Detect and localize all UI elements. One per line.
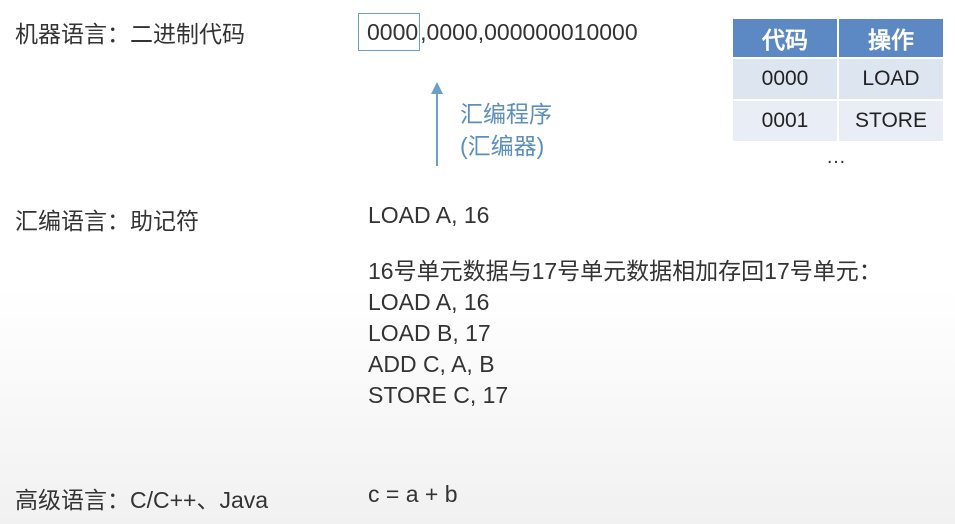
machine-language-label: 机器语言：二进制代码 (15, 21, 245, 47)
table-cell-operation: STORE (839, 101, 943, 141)
table-header-code: 代码 (733, 19, 837, 57)
example-line: STORE C, 17 (368, 382, 509, 408)
assembler-note: 汇编程序 (汇编器) (460, 98, 552, 162)
assembly-language-label: 汇编语言：助记符 (15, 208, 199, 234)
assembler-note-line1: 汇编程序 (460, 101, 552, 127)
table-cell-code: 0000 (733, 59, 837, 99)
assembly-instruction: LOAD A, 16 (368, 202, 490, 228)
table-cell-operation: LOAD (839, 59, 943, 99)
table-header-operation: 操作 (839, 19, 943, 57)
example-line: LOAD A, 16 (368, 289, 490, 315)
opcode-table: 代码 操作 0000 LOAD 0001 STORE (731, 17, 945, 143)
table-ellipsis: … (826, 146, 846, 168)
high-level-code: c = a + b (368, 481, 458, 507)
example-block: 16号单元数据与17号单元数据相加存回17号单元： LOAD A, 16 LOA… (368, 256, 882, 411)
table-header-row: 代码 操作 (733, 19, 943, 57)
table-cell-code: 0001 (733, 101, 837, 141)
machine-code-highlighted-opcode: 0000 (358, 13, 421, 51)
up-arrow-icon (431, 82, 443, 166)
high-level-language-label: 高级语言：C/C++、Java (15, 487, 269, 513)
machine-code: 0000,0000,000000010000 (358, 13, 638, 51)
example-description: 16号单元数据与17号单元数据相加存回17号单元： (368, 258, 882, 284)
machine-code-operands: ,0000,000000010000 (420, 18, 638, 45)
example-line: ADD C, A, B (368, 351, 495, 377)
assembler-note-line2: (汇编器) (460, 133, 545, 159)
table-row: 0000 LOAD (733, 59, 943, 99)
example-line: LOAD B, 17 (368, 320, 491, 346)
table-row: 0001 STORE (733, 101, 943, 141)
